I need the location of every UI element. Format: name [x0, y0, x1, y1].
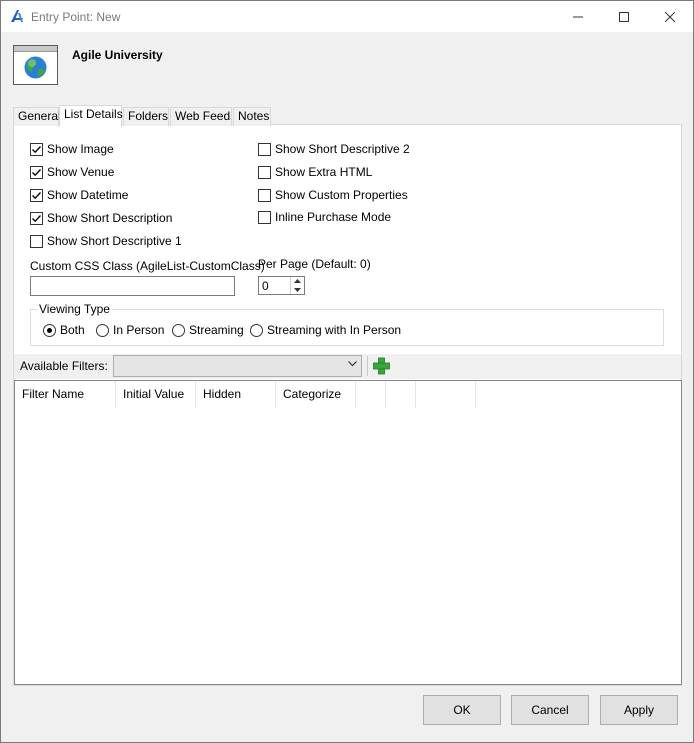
spin-down-button[interactable]: [291, 286, 304, 294]
column-header-blank[interactable]: [416, 381, 476, 408]
checkbox-label: Show Venue: [47, 165, 115, 179]
tab-web-feed[interactable]: Web Feed: [170, 107, 232, 126]
cancel-button[interactable]: Cancel: [511, 695, 589, 725]
page-title: Agile University: [72, 48, 163, 62]
minimize-button[interactable]: [555, 1, 601, 32]
checkbox-box[interactable]: [258, 188, 271, 202]
custom-css-class-input[interactable]: [30, 276, 235, 296]
radio-dot[interactable]: [43, 323, 56, 337]
check-icon: [32, 168, 41, 176]
tab-general[interactable]: General: [13, 107, 61, 126]
caret-down-icon: [294, 288, 301, 292]
checkbox-box[interactable]: [30, 165, 43, 179]
entry-point-window: Entry Point: New Agile University Genera…: [0, 0, 694, 743]
column-header-filter-name[interactable]: Filter Name: [15, 381, 116, 408]
checkbox-label: Show Short Description: [47, 211, 173, 225]
check-icon: [32, 191, 41, 199]
column-header-initial-value[interactable]: Initial Value: [116, 381, 196, 408]
globe-window-icon: [13, 45, 58, 85]
radio-label: In Person: [113, 323, 165, 337]
checkbox-label: Show Short Descriptive 1: [47, 234, 182, 248]
tab-folders[interactable]: Folders: [123, 107, 169, 126]
title-bar: Entry Point: New: [1, 1, 693, 32]
checkbox-label: Show Image: [47, 142, 114, 156]
checkbox-box[interactable]: [30, 234, 43, 248]
checkbox-label: Show Short Descriptive 2: [275, 142, 410, 156]
green-plus-icon: [373, 357, 390, 375]
available-filters-label: Available Filters:: [20, 359, 108, 373]
close-button[interactable]: [647, 1, 693, 32]
column-header-blank[interactable]: [356, 381, 386, 408]
show-datetime-checkbox[interactable]: Show Datetime: [30, 187, 128, 203]
custom-css-class-label: Custom CSS Class (AgileList-CustomClass): [30, 259, 265, 273]
column-header-hidden[interactable]: Hidden: [196, 381, 276, 408]
viewing-type-both-radio[interactable]: Both: [43, 322, 85, 338]
per-page-value[interactable]: 0: [262, 279, 269, 293]
inline-purchase-mode-checkbox[interactable]: Inline Purchase Mode: [258, 209, 391, 225]
maximize-icon: [619, 11, 629, 22]
add-filter-button[interactable]: [372, 357, 391, 375]
radio-dot[interactable]: [96, 323, 109, 337]
checkbox-box[interactable]: [258, 165, 271, 179]
checkbox-label: Inline Purchase Mode: [275, 210, 392, 224]
show-custom-properties-checkbox[interactable]: Show Custom Properties: [258, 187, 408, 203]
window-title: Entry Point: New: [31, 10, 121, 24]
per-page-stepper[interactable]: 0: [258, 276, 305, 295]
viewing-type-legend: Viewing Type: [37, 302, 112, 316]
per-page-label: Per Page (Default: 0): [258, 257, 371, 271]
close-icon: [665, 11, 675, 22]
chevron-down-icon: [348, 361, 357, 367]
check-icon: [32, 214, 41, 222]
viewing-type-in-person-radio[interactable]: In Person: [96, 322, 164, 338]
column-header-blank[interactable]: [386, 381, 416, 408]
checkbox-box[interactable]: [30, 188, 43, 202]
tab-notes[interactable]: Notes: [233, 107, 271, 126]
viewing-type-streaming-with-in-person-radio[interactable]: Streaming with In Person: [250, 322, 401, 338]
app-logo-icon: [9, 8, 25, 24]
maximize-button[interactable]: [601, 1, 647, 32]
tab-list-details[interactable]: List Details: [59, 105, 123, 127]
checkbox-label: Show Extra HTML: [275, 165, 373, 179]
filters-grid[interactable]: Filter Name Initial Value Hidden Categor…: [14, 380, 682, 685]
available-filters-dropdown[interactable]: [113, 355, 362, 377]
radio-label: Both: [60, 323, 85, 337]
caret-up-icon: [294, 279, 301, 283]
checkbox-box[interactable]: [30, 211, 43, 225]
ok-button[interactable]: OK: [423, 695, 501, 725]
toolbar-separator: [367, 356, 368, 376]
minimize-icon: [573, 16, 583, 17]
radio-label: Streaming: [189, 323, 244, 337]
show-short-descriptive-2-checkbox[interactable]: Show Short Descriptive 2: [258, 141, 410, 157]
show-venue-checkbox[interactable]: Show Venue: [30, 164, 114, 180]
show-short-descriptive-1-checkbox[interactable]: Show Short Descriptive 1: [30, 233, 182, 249]
radio-dot[interactable]: [250, 323, 263, 337]
checkbox-box[interactable]: [30, 142, 43, 156]
radio-dot[interactable]: [172, 323, 185, 337]
viewing-type-streaming-radio[interactable]: Streaming: [172, 322, 244, 338]
show-extra-html-checkbox[interactable]: Show Extra HTML: [258, 164, 372, 180]
spin-up-button[interactable]: [291, 277, 304, 285]
radio-label: Streaming with In Person: [267, 323, 402, 337]
checkbox-label: Show Datetime: [47, 188, 129, 202]
show-short-description-checkbox[interactable]: Show Short Description: [30, 210, 172, 226]
check-icon: [32, 145, 41, 153]
checkbox-label: Show Custom Properties: [275, 188, 408, 202]
checkbox-box[interactable]: [258, 210, 271, 224]
column-header-categorize[interactable]: Categorize: [276, 381, 356, 408]
apply-button[interactable]: Apply: [600, 695, 678, 725]
checkbox-box[interactable]: [258, 142, 271, 156]
show-image-checkbox[interactable]: Show Image: [30, 141, 114, 157]
